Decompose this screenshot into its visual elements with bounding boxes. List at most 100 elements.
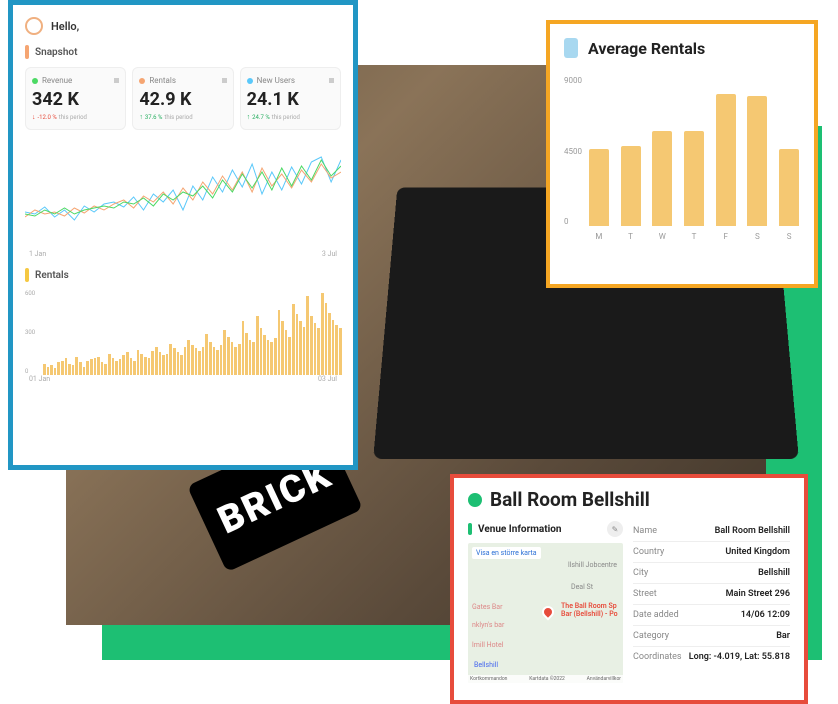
bar [195, 348, 198, 375]
snapshot-title: Snapshot [35, 47, 77, 58]
avg-title: Average Rentals [588, 39, 705, 58]
field-value: Bellshill [758, 568, 790, 578]
stat-value: 42.9 K [139, 89, 226, 110]
more-icon[interactable] [329, 78, 334, 83]
bar [285, 330, 288, 375]
bar [335, 325, 338, 375]
map-place-label: llshill Jobcentre [568, 561, 617, 569]
bar [306, 296, 309, 375]
bar [119, 359, 122, 375]
arrow-up-icon: ↑ [139, 113, 143, 121]
map-place-label: lmill Hotel [472, 641, 503, 649]
rentals-title: Rentals [35, 270, 69, 281]
section-accent-icon [25, 45, 29, 59]
stat-change: 24.7 % [252, 114, 270, 121]
bar [213, 347, 216, 375]
bar [202, 347, 205, 375]
stat-card-newusers[interactable]: New Users 24.1 K ↑ 24.7 % this period [240, 67, 341, 130]
field-value: United Kingdom [725, 547, 790, 557]
bar [155, 347, 158, 375]
more-icon[interactable] [114, 78, 119, 83]
average-rentals-panel: Average Rentals 9000 4500 0 MTWTFSS [546, 20, 818, 288]
snapshot-line-chart [25, 142, 341, 242]
bar [242, 321, 245, 375]
bar [115, 361, 118, 375]
map-attr-text: Kortkommandon [470, 676, 507, 682]
stat-card-revenue[interactable]: Revenue 342 K ↓ -12.0 % this period [25, 67, 126, 130]
bar [50, 365, 53, 375]
bar [94, 358, 97, 375]
venue-field-row: StreetMain Street 296 [633, 584, 790, 605]
bar [187, 340, 190, 375]
bar [296, 314, 299, 375]
avatar[interactable] [25, 17, 43, 35]
map-expand-link[interactable]: Visa en större karta [472, 547, 541, 559]
field-value: 14/06 12:09 [741, 610, 790, 620]
bar [238, 344, 241, 375]
rentals-y-axis: 600 300 0 [25, 290, 35, 375]
field-label: Name [633, 526, 657, 536]
y-tick: 9000 [564, 76, 582, 85]
bar [267, 340, 270, 375]
bar [314, 323, 317, 375]
bar [162, 355, 165, 375]
bar [245, 333, 248, 376]
bar [122, 355, 125, 375]
bar [747, 96, 767, 226]
snapshot-header: Snapshot [25, 45, 341, 59]
bar [57, 362, 60, 375]
map-pin-label: The Ball Room Sp Bar (Bellshill) - Po [561, 602, 623, 618]
venue-map[interactable]: Visa en större karta llshill Jobcentre G… [468, 543, 623, 683]
bar [177, 352, 180, 375]
bar [227, 337, 230, 375]
venue-field-row: CategoryBar [633, 626, 790, 647]
avg-x-axis: MTWTFSS [588, 232, 800, 241]
bar [112, 358, 115, 375]
dot-icon [139, 78, 145, 84]
map-pin-icon [540, 604, 557, 621]
dashboard-panel: Hello, Snapshot Revenue 342 K ↓ -12.0 % … [8, 0, 358, 470]
greeting-text: Hello, [51, 20, 79, 33]
bar [86, 361, 89, 375]
bar [83, 367, 86, 376]
field-value: Long: -4.019, Lat: 55.818 [689, 652, 790, 662]
bar [684, 131, 704, 226]
bar [151, 351, 154, 375]
more-icon[interactable] [222, 78, 227, 83]
bar [220, 345, 223, 375]
field-label: Category [633, 631, 669, 641]
stat-card-rentals[interactable]: Rentals 42.9 K ↑ 37.6 % this period [132, 67, 233, 130]
bar [101, 362, 104, 375]
map-attr-text: Kartdata ©2022 [529, 676, 565, 682]
bar [54, 368, 57, 375]
bar [166, 354, 169, 375]
bar [589, 149, 609, 226]
line-chart-dates: 1 Jan 3 Jul [25, 250, 341, 258]
bar [281, 321, 284, 375]
x-tick: F [716, 232, 736, 241]
venue-field-row: CountryUnited Kingdom [633, 542, 790, 563]
stat-cards: Revenue 342 K ↓ -12.0 % this period Rent… [25, 67, 341, 130]
venue-info-header: Venue Information ✎ [468, 521, 623, 537]
bar [321, 293, 324, 375]
bar [104, 364, 107, 375]
avg-bar-chart: 9000 4500 0 MTWTFSS [564, 76, 800, 251]
bar [231, 342, 234, 375]
edit-icon[interactable]: ✎ [607, 521, 623, 537]
map-place-label: nklyn's bar [472, 621, 504, 629]
venue-field-row: CityBellshill [633, 563, 790, 584]
x-tick: T [684, 232, 704, 241]
bar [90, 359, 93, 375]
dot-icon [247, 78, 253, 84]
bar [652, 131, 672, 226]
x-tick: T [621, 232, 641, 241]
bar [126, 352, 129, 375]
section-accent-icon [25, 268, 29, 282]
x-tick: S [779, 232, 799, 241]
avg-header: Average Rentals [564, 38, 800, 58]
bar [288, 337, 291, 375]
greeting-row: Hello, [25, 17, 341, 35]
stat-period: this period [164, 114, 192, 121]
y-tick: 600 [25, 290, 35, 297]
bar [43, 364, 46, 375]
